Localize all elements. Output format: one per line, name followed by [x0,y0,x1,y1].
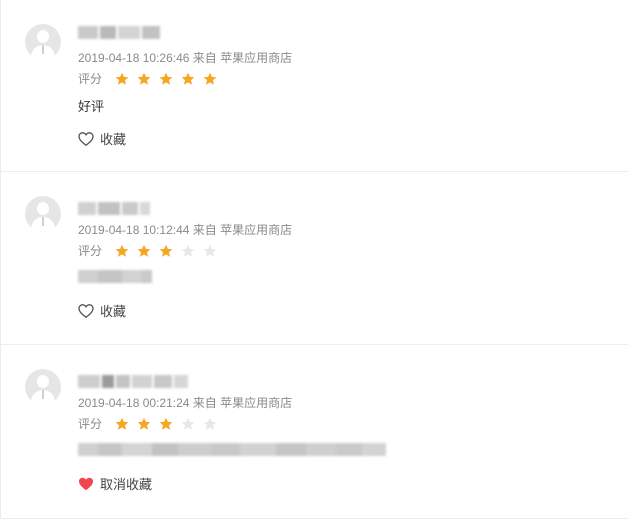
rating-label: 评分 [78,72,103,86]
review-meta: 2019-04-18 10:26:46 来自 苹果应用商店 [78,51,293,65]
avatar-tie-shape [42,45,44,54]
heart-outline-icon [78,303,94,319]
star-filled-icon [203,72,217,86]
favorite-label: 收藏 [100,132,127,147]
star-filled-icon [115,72,129,86]
review-meta: 2019-04-18 00:21:24 来自 苹果应用商店 [78,396,293,410]
review-item: 2019-04-18 10:12:44 来自 苹果应用商店 评分 收藏 [1,172,628,345]
heart-filled-icon [78,476,94,492]
avatar-tie-shape [42,390,44,399]
favorite-label: 取消收藏 [100,477,153,492]
favorite-button[interactable]: 收藏 [78,301,126,320]
avatar[interactable] [25,196,61,232]
rating-row: 评分 [78,70,225,87]
avatar-tie-shape [42,217,44,226]
favorite-label: 收藏 [100,304,127,319]
review-item: 2019-04-18 00:21:24 来自 苹果应用商店 评分 取消收藏 [1,345,628,519]
star-filled-icon [137,72,151,86]
star-filled-icon [137,417,151,431]
username-redaction[interactable] [78,375,190,388]
rating-stars [115,416,225,431]
avatar[interactable] [25,369,61,405]
rating-stars [115,243,225,258]
star-empty-icon [203,417,217,431]
star-filled-icon [159,72,173,86]
review-content-redaction [78,270,152,283]
avatar-head-shape [37,30,49,43]
username-redaction [78,26,162,39]
avatar-head-shape [37,202,49,215]
star-filled-icon [115,417,129,431]
favorite-button[interactable]: 取消收藏 [78,474,152,493]
star-empty-icon [181,417,195,431]
review-meta: 2019-04-18 10:12:44 来自 苹果应用商店 [78,223,293,237]
star-filled-icon [115,244,129,258]
review-content-redaction [78,443,386,456]
star-filled-icon [159,244,173,258]
favorite-button[interactable]: 收藏 [78,129,126,148]
heart-outline-icon [78,131,94,147]
review-content: 好评 [78,99,105,114]
star-filled-icon [181,72,195,86]
rating-row: 评分 [78,415,225,432]
username-redaction[interactable] [78,202,152,215]
star-filled-icon [137,244,151,258]
rating-label: 评分 [78,244,103,258]
rating-row: 评分 [78,242,225,259]
avatar-head-shape [37,375,49,388]
avatar[interactable] [25,24,61,60]
star-empty-icon [203,244,217,258]
star-filled-icon [159,417,173,431]
review-item: 2019-04-18 10:26:46 来自 苹果应用商店 评分 好评 收藏 [1,0,628,172]
rating-label: 评分 [78,417,103,431]
star-empty-icon [181,244,195,258]
review-list: 2019-04-18 10:26:46 来自 苹果应用商店 评分 好评 收藏 2… [0,0,628,519]
rating-stars [115,71,225,86]
